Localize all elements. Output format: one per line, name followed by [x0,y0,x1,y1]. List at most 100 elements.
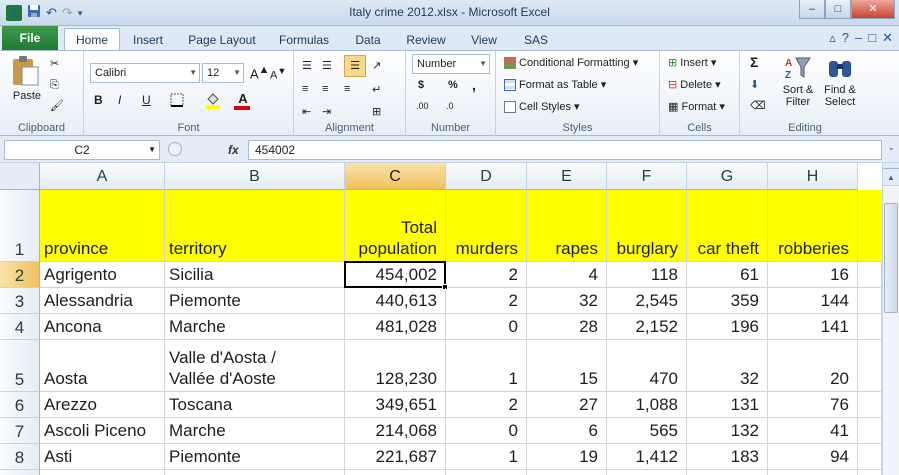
header-cell[interactable]: province [40,190,165,262]
fill-color-icon[interactable] [204,91,222,112]
cell-value[interactable]: 28 [527,314,607,340]
cell-value[interactable]: 6 [527,418,607,444]
empty-cell[interactable] [858,262,882,288]
cell-value[interactable]: 14 [527,470,607,475]
cell-value[interactable]: 131 [687,392,768,418]
header-cell[interactable]: territory [165,190,345,262]
cell-value[interactable]: 2 [446,288,527,314]
decrease-indent-icon[interactable]: ⇤ [302,105,311,118]
cell-value[interactable]: 2,152 [607,314,687,340]
font-size-combo[interactable]: 12 ▼ [202,63,244,83]
cell-province[interactable]: Agrigento [40,262,165,288]
italic-button[interactable]: I [118,93,121,107]
cell-value[interactable]: 2 [446,262,527,288]
cell-value[interactable]: 20 [768,340,858,392]
cell-value[interactable]: 32 [687,340,768,392]
shrink-font-icon[interactable]: A▼ [270,66,286,82]
cell-value[interactable]: 1,088 [607,392,687,418]
cell-styles-button[interactable]: Cell Styles ▾ [504,100,580,114]
row-header[interactable]: 1 [0,190,40,262]
underline-button[interactable]: U [142,93,151,107]
align-top-icon[interactable]: ☰ [302,59,312,72]
cell-value[interactable]: 144 [768,288,858,314]
cell-value[interactable]: 72 [768,470,858,475]
row-header[interactable]: 7 [0,418,40,444]
tab-page-layout[interactable]: Page Layout [180,30,264,50]
cell-value[interactable]: 183 [687,444,768,470]
cell-value[interactable]: 214,068 [345,418,446,444]
column-header-f[interactable]: F [607,163,687,190]
cell-province[interactable]: Arezzo [40,392,165,418]
cell-province[interactable]: Asti [40,444,165,470]
cell-value[interactable]: 565 [607,418,687,444]
cut-icon[interactable]: ✂ [50,57,59,70]
clear-icon[interactable]: ⌫ [750,99,766,112]
column-header-a[interactable]: A [40,163,165,190]
header-cell[interactable]: car theft [687,190,768,262]
minimize-ribbon-icon[interactable]: ▵ [829,30,836,46]
workbook-minimize-icon[interactable]: ‒ [855,30,862,46]
empty-cell[interactable] [858,288,882,314]
align-left-icon[interactable]: ≡ [302,83,308,95]
workbook-restore-icon[interactable]: □ [868,30,876,46]
copy-icon[interactable]: ⎘ [50,79,59,92]
cell-value[interactable]: 94 [768,444,858,470]
column-header-b[interactable]: B [165,163,345,190]
column-header-c[interactable]: C [345,163,446,190]
cell-province[interactable]: Avellino [40,470,165,475]
cell-province[interactable]: Aosta [40,340,165,392]
grow-font-icon[interactable]: A▲ [250,64,269,81]
formula-bar-splitter-icon[interactable] [168,142,182,156]
cell-value[interactable]: 0 [446,314,527,340]
conditional-formatting-button[interactable]: Conditional Formatting ▾ [504,56,638,70]
align-center-icon[interactable]: ≡ [322,83,328,95]
tab-formulas[interactable]: Formulas [272,30,336,50]
cell-value[interactable]: 2,545 [607,288,687,314]
tab-data[interactable]: Data [344,30,392,50]
decrease-decimal-button[interactable]: .0 [446,101,454,111]
cell-territory[interactable]: Piemonte [165,444,345,470]
workbook-close-icon[interactable]: ✕ [882,30,893,46]
increase-indent-icon[interactable]: ⇥ [322,105,331,118]
orientation-icon[interactable]: ↗ [372,59,381,72]
close-button[interactable]: ✕ [851,0,895,19]
cell-value[interactable]: 2 [446,392,527,418]
fill-icon[interactable]: ⬇ [750,78,759,91]
expand-formula-bar-icon[interactable]: ⌄ [887,142,895,153]
cell-value[interactable]: 61 [687,262,768,288]
borders-icon[interactable] [170,93,184,110]
insert-function-button[interactable]: fx [228,140,239,160]
delete-cells-button[interactable]: ⊟ Delete ▾ [668,78,721,91]
cell-value[interactable]: 1,412 [607,444,687,470]
font-name-combo[interactable]: Calibri ▼ [90,63,200,83]
cell-value[interactable]: 15 [527,340,607,392]
cell-province[interactable]: Ancona [40,314,165,340]
header-cell[interactable]: robberies [768,190,858,262]
cell-territory[interactable]: Sicilia [165,262,345,288]
empty-cell[interactable] [858,444,882,470]
row-header[interactable]: 4 [0,314,40,340]
cell-value[interactable]: 19 [527,444,607,470]
minimize-button[interactable]: ‒ [799,0,825,19]
tab-file[interactable]: File [2,26,58,50]
column-header-d[interactable]: D [446,163,527,190]
tab-home[interactable]: Home [64,28,120,50]
cell-province[interactable]: Ascoli Piceno [40,418,165,444]
insert-cells-button[interactable]: ⊞ Insert ▾ [668,56,716,69]
cell-value[interactable]: 132 [687,418,768,444]
row-header[interactable]: 3 [0,288,40,314]
empty-cell[interactable] [858,340,882,392]
scroll-up-icon[interactable]: ▲ [883,169,899,186]
vertical-scrollbar[interactable]: ▲ [882,163,899,475]
column-header-e[interactable]: E [527,163,607,190]
cell-value[interactable]: 439,137 [345,470,446,475]
header-cell[interactable]: murders [446,190,527,262]
cell-value[interactable]: 41 [768,418,858,444]
number-format-combo[interactable]: Number ▼ [412,54,490,74]
cell-value[interactable]: 118 [607,262,687,288]
font-color-icon[interactable]: A [234,91,252,110]
cell-value[interactable]: 32 [527,288,607,314]
header-cell[interactable]: rapes [527,190,607,262]
cell-value[interactable]: 4 [527,262,607,288]
cell-territory[interactable]: Piemonte [165,288,345,314]
